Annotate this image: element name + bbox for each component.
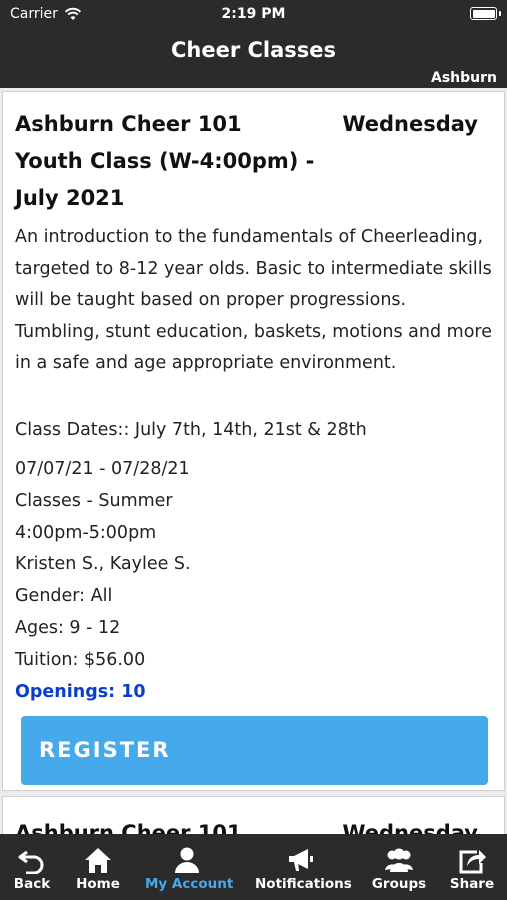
status-bar: Carrier 2:19 PM (0, 0, 507, 30)
group-icon (385, 848, 413, 872)
tab-label: Notifications (255, 876, 352, 892)
tab-label: Back (13, 876, 51, 892)
home-icon (85, 848, 111, 873)
class-card: Ashburn Cheer 101 Wednesday (2, 796, 505, 834)
tuition: Tuition: $56.00 (15, 650, 146, 670)
tab-label: Home (76, 876, 120, 892)
tab-my-account[interactable]: My Account (145, 834, 234, 900)
share-icon (459, 850, 486, 874)
tab-label: My Account (145, 876, 234, 892)
tab-bar: Back Home My Account Notifications Group… (0, 834, 507, 900)
tab-back[interactable]: Back (8, 834, 56, 900)
tab-groups[interactable]: Groups (370, 834, 428, 900)
location-label[interactable]: Ashburn (431, 70, 497, 86)
tab-label: Share (449, 876, 495, 892)
nav-bar: Cheer Classes Ashburn (0, 30, 507, 88)
back-arrow-icon (18, 850, 44, 874)
class-description: An introduction to the fundamentals of C… (15, 227, 492, 373)
openings: Openings: 10 (15, 682, 146, 702)
class-day: Wednesday (342, 112, 478, 136)
tab-share[interactable]: Share (448, 834, 496, 900)
register-button[interactable]: REGISTER (21, 716, 488, 785)
class-time: 4:00pm-5:00pm (15, 523, 157, 543)
gender: Gender: All (15, 586, 113, 606)
ages: Ages: 9 - 12 (15, 618, 121, 638)
clock: 2:19 PM (221, 6, 286, 22)
instructors: Kristen S., Kaylee S. (15, 554, 191, 574)
class-list[interactable]: Ashburn Cheer 101 Youth Class (W-4:00pm)… (0, 88, 507, 834)
date-range: 07/07/21 - 07/28/21 (15, 459, 190, 479)
class-card: Ashburn Cheer 101 Youth Class (W-4:00pm)… (2, 91, 505, 791)
tab-home[interactable]: Home (73, 834, 123, 900)
battery-icon (470, 7, 501, 20)
class-dates: Class Dates:: July 7th, 14th, 21st & 28t… (15, 420, 367, 440)
class-title: Ashburn Cheer 101 (15, 821, 242, 834)
session-name: Classes - Summer (15, 491, 173, 511)
tab-notifications[interactable]: Notifications (255, 834, 352, 900)
class-day: Wednesday (342, 821, 478, 834)
user-icon (175, 847, 199, 873)
class-title: Ashburn Cheer 101 Youth Class (W-4:00pm)… (15, 112, 315, 210)
megaphone-icon (289, 849, 313, 871)
tab-label: Groups (371, 876, 427, 892)
page-title: Cheer Classes (170, 38, 337, 62)
